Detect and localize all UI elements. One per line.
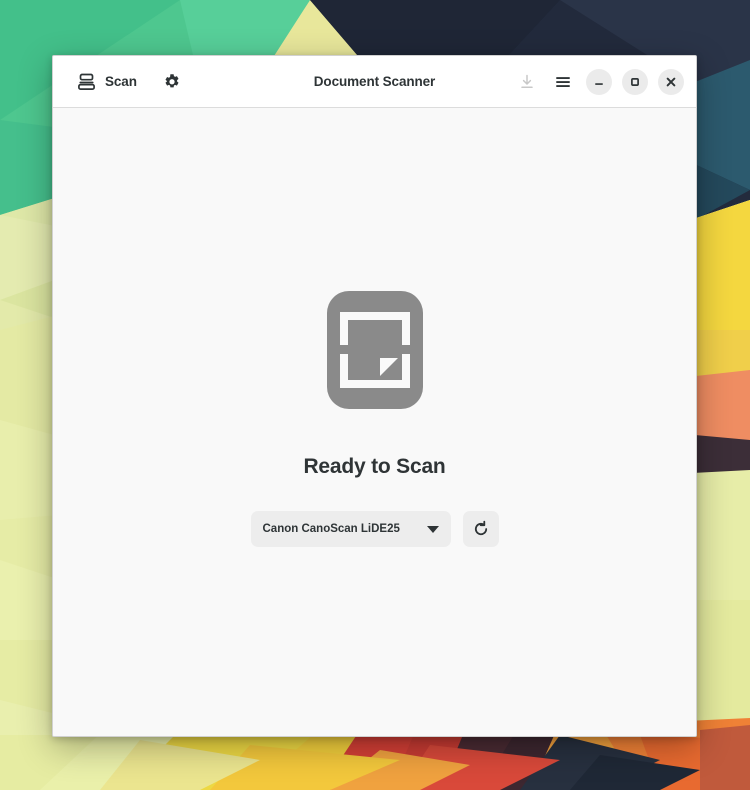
headerbar-right-controls (514, 68, 684, 95)
scan-button[interactable]: Scan (73, 68, 141, 95)
scanner-icon (77, 72, 96, 91)
scanner-device-dropdown[interactable]: Canon CanoScan LiDE25 (250, 511, 451, 547)
window-headerbar: Scan Document Scanner (53, 56, 696, 108)
close-button[interactable] (658, 68, 684, 95)
maximize-icon (628, 75, 642, 89)
download-icon (518, 73, 536, 91)
document-scanner-window: Scan Document Scanner Ready to Scan Cano… (52, 55, 697, 737)
minimize-icon (592, 75, 606, 89)
document-scanner-page-icon (326, 291, 423, 409)
close-icon (664, 75, 678, 89)
scan-button-label: Scan (105, 74, 137, 89)
chevron-down-icon (426, 525, 439, 533)
gear-icon (163, 73, 181, 91)
refresh-devices-button[interactable] (462, 511, 499, 547)
maximize-button[interactable] (622, 68, 648, 95)
device-selection-row: Canon CanoScan LiDE25 (250, 511, 499, 547)
refresh-icon (471, 519, 491, 539)
scanner-content-area: Ready to Scan Canon CanoScan LiDE25 (53, 108, 696, 736)
headerbar-left-controls: Scan (73, 68, 185, 95)
hamburger-menu-icon (554, 73, 572, 91)
minimize-button[interactable] (586, 68, 612, 95)
main-menu-button[interactable] (550, 69, 576, 95)
preferences-button[interactable] (159, 69, 185, 95)
status-heading: Ready to Scan (303, 455, 446, 478)
desktop: Scan Document Scanner Ready to Scan Cano… (0, 0, 750, 790)
selected-device-label: Canon CanoScan LiDE25 (262, 523, 400, 535)
save-button[interactable] (514, 69, 540, 95)
